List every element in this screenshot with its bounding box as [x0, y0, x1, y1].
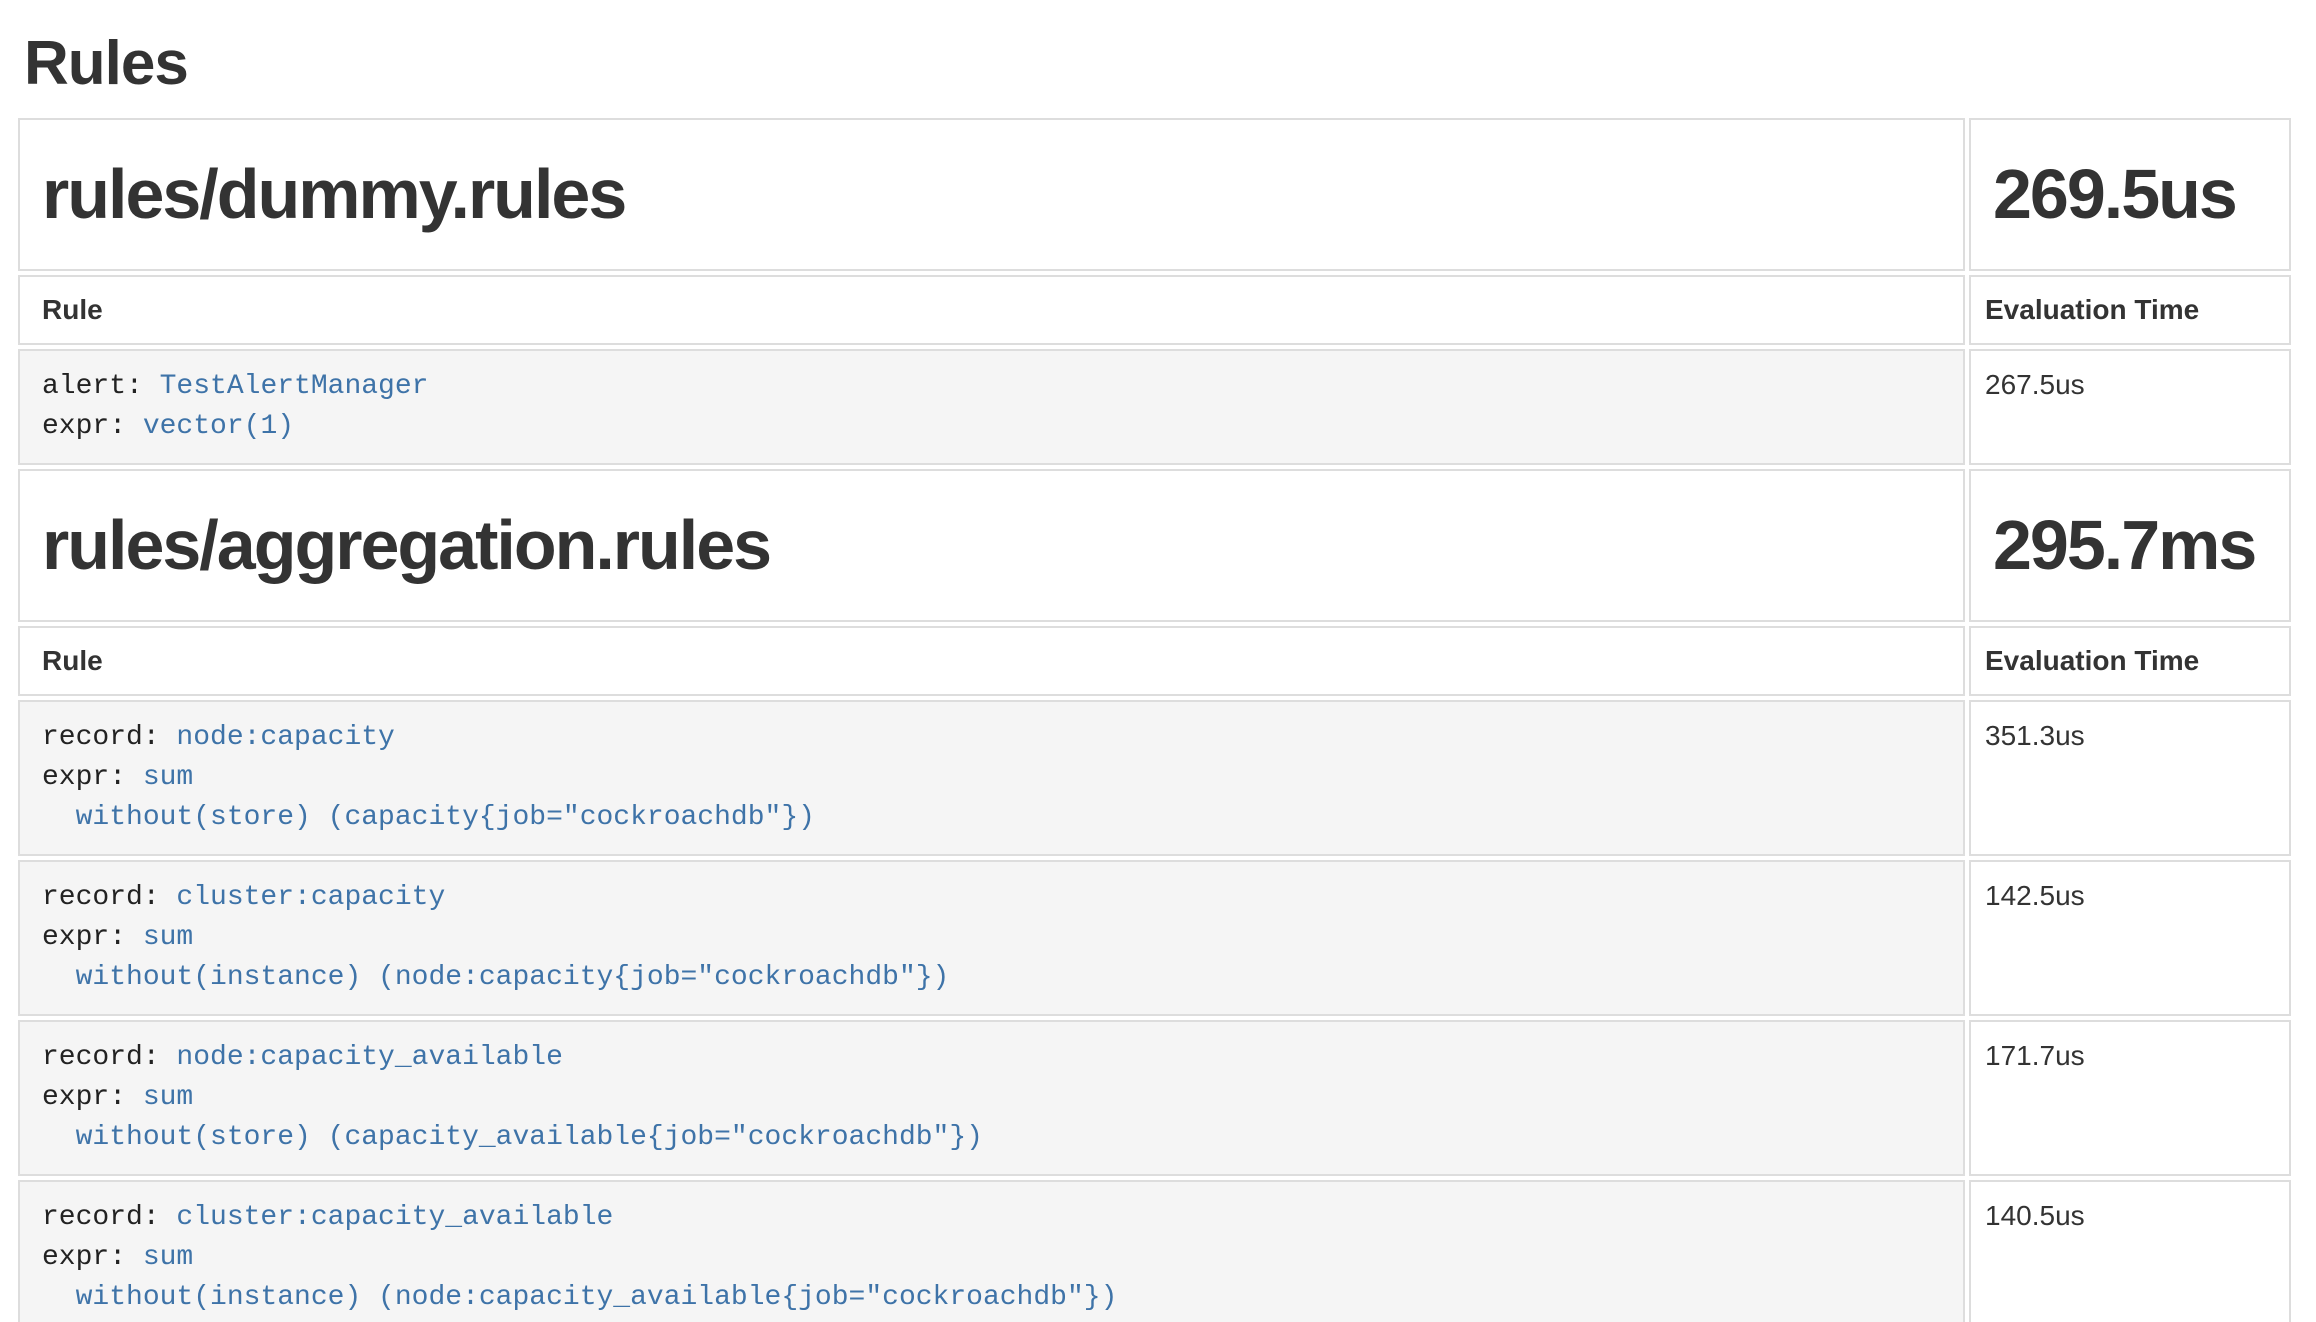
rule-definition-cell: record: node:capacity expr: sum without(… [18, 700, 1965, 856]
rule-expression-link[interactable]: without(store) (capacity_available{job="… [42, 1122, 983, 1153]
rule-group-total-time-cell: 295.7ms [1969, 469, 2291, 622]
rule-field-label: expr: [42, 922, 143, 953]
rule-expression-link[interactable]: sum [143, 762, 193, 793]
rule-definition-cell: record: node:capacity_available expr: su… [18, 1020, 1965, 1176]
rule-definition-code: record: cluster:capacity_available expr:… [42, 1198, 1947, 1318]
rule-field-label: expr: [42, 411, 143, 442]
page-title: Rules [24, 30, 2316, 98]
rule-expression-link[interactable]: sum [143, 922, 193, 953]
rule-row: alert: TestAlertManager expr: vector(1) 2… [18, 349, 2291, 465]
rule-definition-cell: record: cluster:capacity_available expr:… [18, 1180, 1965, 1322]
rule-expression-link[interactable]: vector(1) [143, 411, 294, 442]
rule-expression-link[interactable]: sum [143, 1082, 193, 1113]
rule-column-header: Rule [18, 626, 1965, 696]
rule-row: record: cluster:capacity expr: sum witho… [18, 860, 2291, 1016]
rule-field-label: record: [42, 1042, 176, 1073]
rule-group-file-cell: rules/aggregation.rules [18, 469, 1965, 622]
rule-field-label: alert: [42, 371, 160, 402]
rule-expression-link[interactable]: sum [143, 1242, 193, 1273]
column-header-row: RuleEvaluation Time [18, 275, 2291, 345]
rule-eval-time: 142.5us [1969, 860, 2291, 1016]
rule-expression-link[interactable]: node:capacity_available [176, 1042, 562, 1073]
column-header-row: RuleEvaluation Time [18, 626, 2291, 696]
rule-definition-code: alert: TestAlertManager expr: vector(1) [42, 367, 1947, 447]
rule-group-total-eval-time: 269.5us [1993, 156, 2273, 233]
rule-field-label: expr: [42, 762, 143, 793]
rule-definition-cell: alert: TestAlertManager expr: vector(1) [18, 349, 1965, 465]
rule-group-total-eval-time: 295.7ms [1993, 507, 2273, 584]
rule-definition-code: record: cluster:capacity expr: sum witho… [42, 878, 1947, 998]
rule-eval-time: 351.3us [1969, 700, 2291, 856]
eval-time-column-header: Evaluation Time [1969, 626, 2291, 696]
rule-group-header-row: rules/aggregation.rules 295.7ms [18, 469, 2291, 622]
rule-expression-link[interactable]: without(instance) (node:capacity_availab… [42, 1282, 1117, 1313]
rule-row: record: cluster:capacity_available expr:… [18, 1180, 2291, 1322]
eval-time-column-header: Evaluation Time [1969, 275, 2291, 345]
rule-eval-time: 267.5us [1969, 349, 2291, 465]
rules-table: rules/dummy.rules269.5usRuleEvaluation T… [14, 114, 2295, 1322]
rule-definition-cell: record: cluster:capacity expr: sum witho… [18, 860, 1965, 1016]
rule-expression-link[interactable]: cluster:capacity [176, 882, 445, 913]
rule-row: record: node:capacity expr: sum without(… [18, 700, 2291, 856]
rule-group-file-cell: rules/dummy.rules [18, 118, 1965, 271]
rule-expression-link[interactable]: TestAlertManager [160, 371, 429, 402]
rule-group-header-row: rules/dummy.rules 269.5us [18, 118, 2291, 271]
rule-field-label: record: [42, 1202, 176, 1233]
rule-expression-link[interactable]: node:capacity [176, 722, 394, 753]
rule-group-total-time-cell: 269.5us [1969, 118, 2291, 271]
rule-field-label: record: [42, 882, 176, 913]
rule-definition-code: record: node:capacity expr: sum without(… [42, 718, 1947, 838]
rule-definition-code: record: node:capacity_available expr: su… [42, 1038, 1947, 1158]
rule-row: record: node:capacity_available expr: su… [18, 1020, 2291, 1176]
rule-expression-link[interactable]: without(instance) (node:capacity{job="co… [42, 962, 949, 993]
rule-eval-time: 140.5us [1969, 1180, 2291, 1322]
rule-column-header: Rule [18, 275, 1965, 345]
rule-expression-link[interactable]: without(store) (capacity{job="cockroachd… [42, 802, 815, 833]
rule-expression-link[interactable]: cluster:capacity_available [176, 1202, 613, 1233]
rule-eval-time: 171.7us [1969, 1020, 2291, 1176]
rule-field-label: expr: [42, 1242, 143, 1273]
rule-group-file-heading: rules/dummy.rules [42, 156, 1947, 233]
rule-field-label: expr: [42, 1082, 143, 1113]
rule-group-file-heading: rules/aggregation.rules [42, 507, 1947, 584]
rule-field-label: record: [42, 722, 176, 753]
